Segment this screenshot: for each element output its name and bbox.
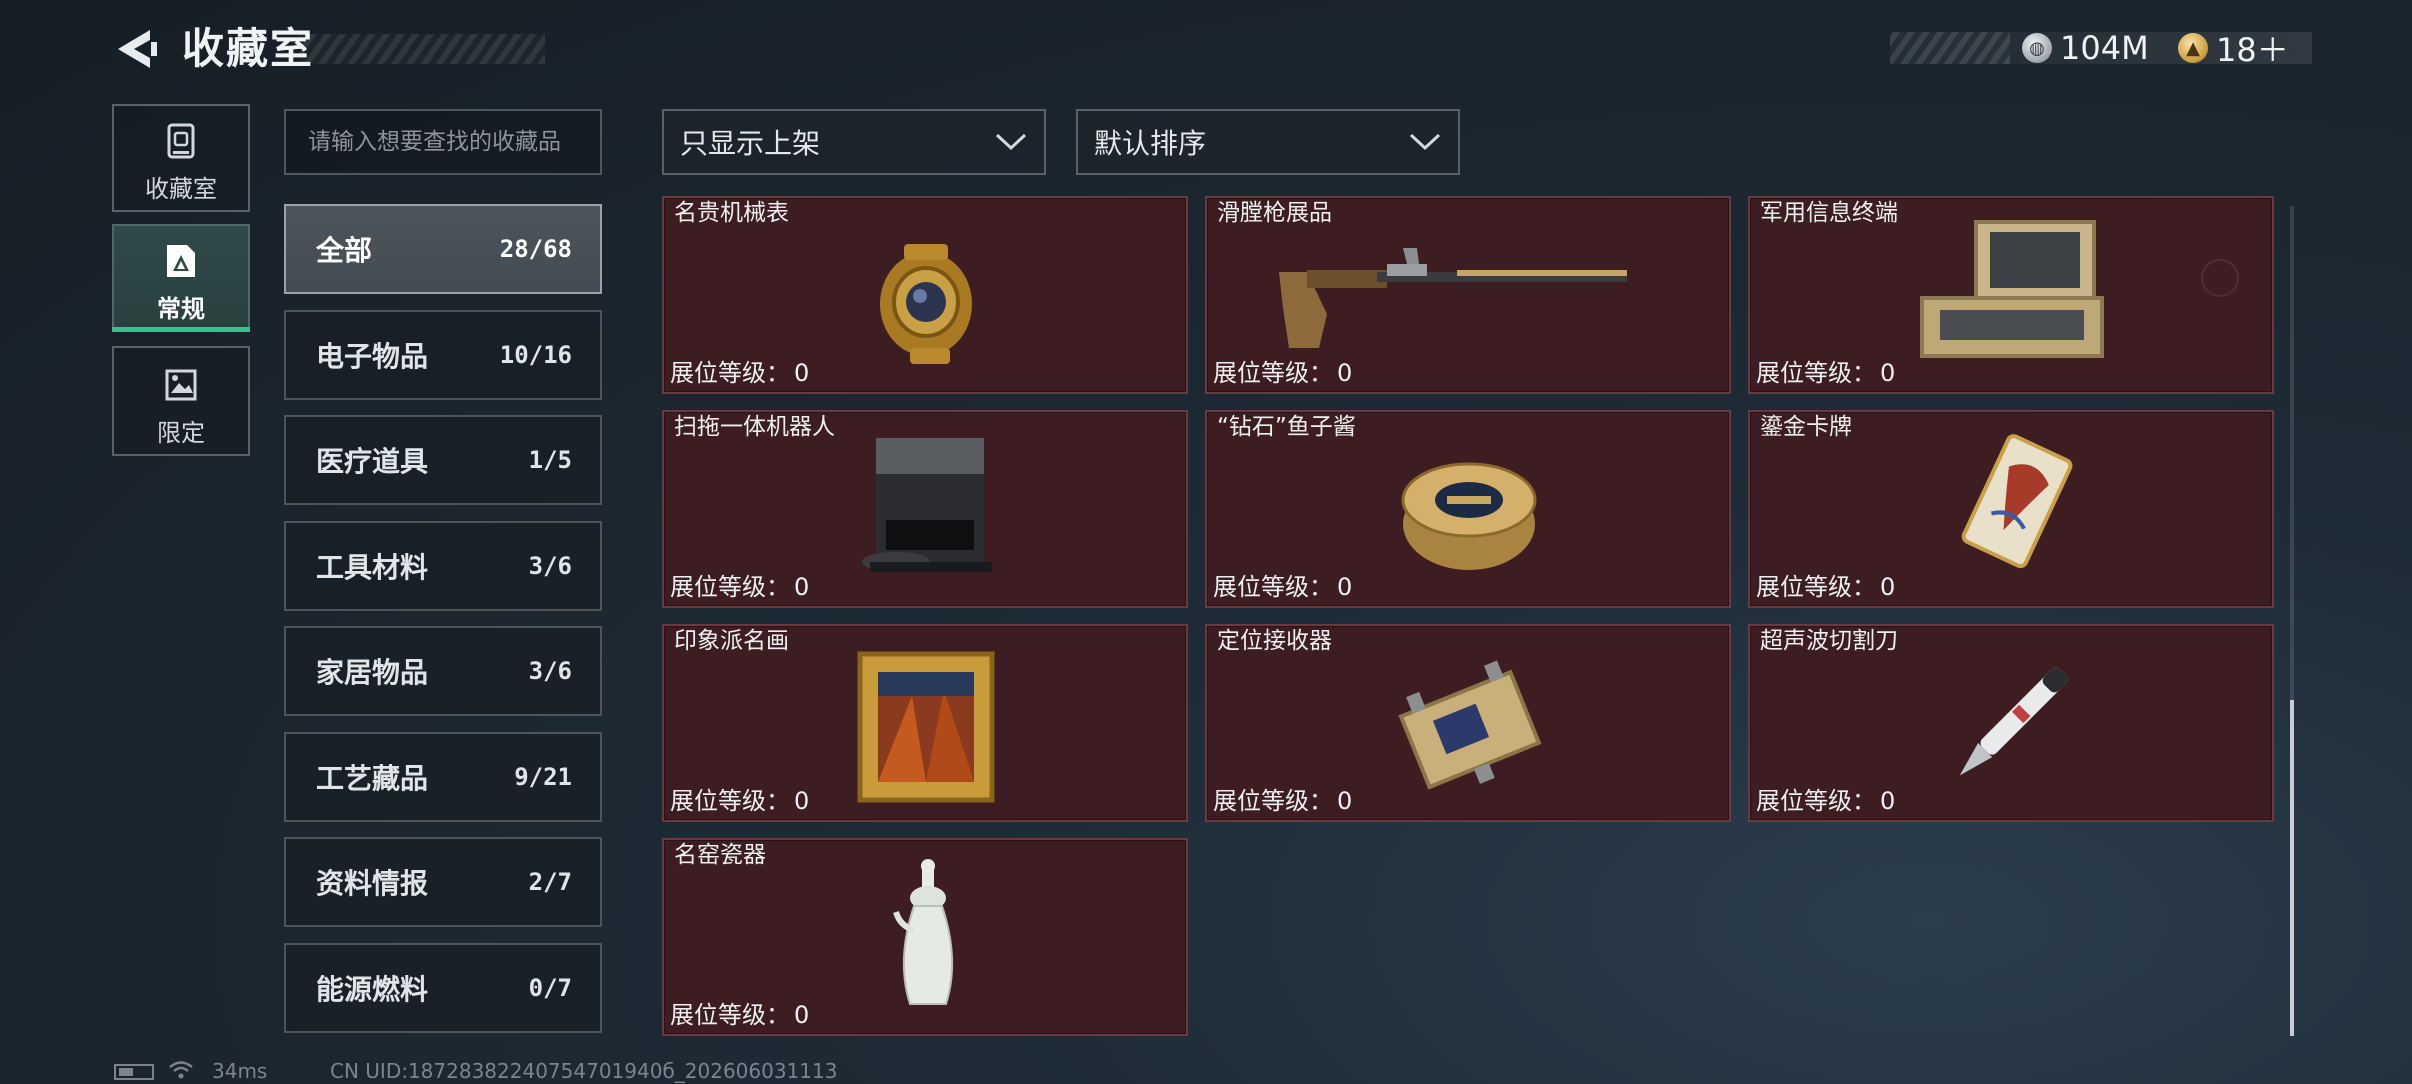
category-count: 28/68 (499, 235, 572, 263)
chevron-down-icon (995, 133, 1027, 151)
category-household[interactable]: 家居物品 3/6 (284, 626, 602, 716)
rail-limited[interactable]: 限定 (112, 346, 250, 456)
collection-item-card[interactable]: 名窑瓷器 展位等级： 0 (662, 838, 1188, 1036)
category-electronics[interactable]: 电子物品 10/16 (284, 310, 602, 400)
document-a-icon (167, 245, 195, 277)
category-fuel[interactable]: 能源燃料 0/7 (284, 943, 602, 1033)
title-decoration (300, 34, 545, 64)
category-medical[interactable]: 医疗道具 1/5 (284, 415, 602, 505)
page-title: 收藏室 (182, 24, 315, 73)
collection-item-card[interactable]: 定位接收器 展位等级： 0 (1205, 624, 1731, 822)
item-name: “钻石”鱼子酱 (1217, 414, 1356, 440)
item-name: 超声波切割刀 (1760, 628, 1898, 654)
silver-amount: 104M (2060, 29, 2149, 67)
collection-item-card[interactable]: 印象派名画 展位等级： 0 (662, 624, 1188, 822)
collection-item-card[interactable]: “钻石”鱼子酱 展位等级： 0 (1205, 410, 1731, 608)
item-level: 展位等级： 0 (1213, 359, 1353, 387)
category-name: 资料情报 (316, 867, 429, 900)
ping-text: 34ms (212, 1059, 268, 1083)
category-name: 工具材料 (316, 551, 429, 584)
item-level: 展位等级： 0 (1756, 787, 1896, 815)
collection-item-card[interactable]: 军用信息终端 展位等级： 0 (1748, 196, 2274, 394)
category-name: 能源燃料 (316, 973, 429, 1006)
gold-coin-icon: ▲ (2178, 33, 2208, 63)
item-level: 展位等级： 0 (1756, 359, 1896, 387)
shelf-filter-value: 只显示上架 (680, 127, 821, 160)
item-level: 展位等级： 0 (670, 787, 810, 815)
item-name: 印象派名画 (674, 628, 789, 654)
category-count: 10/16 (499, 341, 572, 369)
silver-coin-icon: ◍ (2022, 33, 2052, 63)
category-name: 全部 (316, 234, 373, 267)
search-input[interactable] (284, 109, 602, 175)
category-name: 家居物品 (316, 656, 429, 689)
rail-label: 收藏室 (145, 175, 217, 203)
item-name: 名贵机械表 (674, 200, 789, 226)
rail-label: 常规 (157, 295, 205, 323)
category-all[interactable]: 全部 28/68 (284, 204, 602, 294)
shelf-filter-dropdown[interactable]: 只显示上架 (662, 109, 1046, 175)
uid-text: CN UID:18728382240754701940б_20260603111… (330, 1059, 838, 1083)
rail-collection-room[interactable]: 收藏室 (112, 104, 250, 212)
gold-amount: 18＋ (2216, 31, 2289, 69)
category-count: 0/7 (528, 974, 572, 1002)
currency-gold[interactable]: ▲ 18＋ (2178, 26, 2289, 70)
category-crafts[interactable]: 工艺藏品 9/21 (284, 732, 602, 822)
trash-bin-icon (167, 123, 195, 159)
category-count: 9/21 (514, 763, 572, 791)
currency-silver[interactable]: ◍ 104M (2022, 26, 2149, 70)
sort-dropdown[interactable]: 默认排序 (1076, 109, 1460, 175)
item-name: 定位接收器 (1217, 628, 1332, 654)
category-count: 1/5 (528, 446, 572, 474)
item-level: 展位等级： 0 (670, 359, 810, 387)
category-tools[interactable]: 工具材料 3/6 (284, 521, 602, 611)
rail-regular[interactable]: 常规 (112, 224, 250, 332)
currency-decoration (1890, 32, 2010, 64)
collection-item-card[interactable]: 名贵机械表 展位等级： 0 (662, 196, 1188, 394)
item-level: 展位等级： 0 (1213, 787, 1353, 815)
item-name: 军用信息终端 (1760, 200, 1898, 226)
sort-value: 默认排序 (1094, 127, 1207, 160)
back-button[interactable] (110, 24, 158, 74)
category-count: 3/6 (528, 657, 572, 685)
collection-item-card[interactable]: 扫拖一体机器人 展位等级： 0 (662, 410, 1188, 608)
collection-item-card[interactable]: 超声波切割刀 展位等级： 0 (1748, 624, 2274, 822)
collection-item-card[interactable]: 滑膛枪展品 展位等级： 0 (1205, 196, 1731, 394)
item-name: 滑膛枪展品 (1217, 200, 1332, 226)
category-intel[interactable]: 资料情报 2/7 (284, 837, 602, 927)
chevron-down-icon (1409, 133, 1441, 151)
item-name: 名窑瓷器 (674, 842, 766, 868)
battery-icon (114, 1064, 154, 1080)
rail-label: 限定 (157, 419, 205, 447)
item-level: 展位等级： 0 (1756, 573, 1896, 601)
item-level: 展位等级： 0 (670, 573, 810, 601)
category-name: 工艺藏品 (316, 762, 429, 795)
category-count: 3/6 (528, 552, 572, 580)
picture-icon (165, 369, 197, 401)
item-name: 扫拖一体机器人 (674, 414, 835, 440)
category-count: 2/7 (528, 868, 572, 896)
item-level: 展位等级： 0 (1213, 573, 1353, 601)
item-level: 展位等级： 0 (670, 1001, 810, 1029)
wifi-icon (169, 1061, 193, 1079)
category-name: 电子物品 (316, 340, 429, 373)
back-arrow-icon (118, 30, 157, 68)
scrollbar-thumb[interactable] (2290, 700, 2294, 1036)
category-name: 医疗道具 (316, 445, 429, 478)
item-name: 鎏金卡牌 (1760, 414, 1852, 440)
collection-item-card[interactable]: 鎏金卡牌 展位等级： 0 (1748, 410, 2274, 608)
